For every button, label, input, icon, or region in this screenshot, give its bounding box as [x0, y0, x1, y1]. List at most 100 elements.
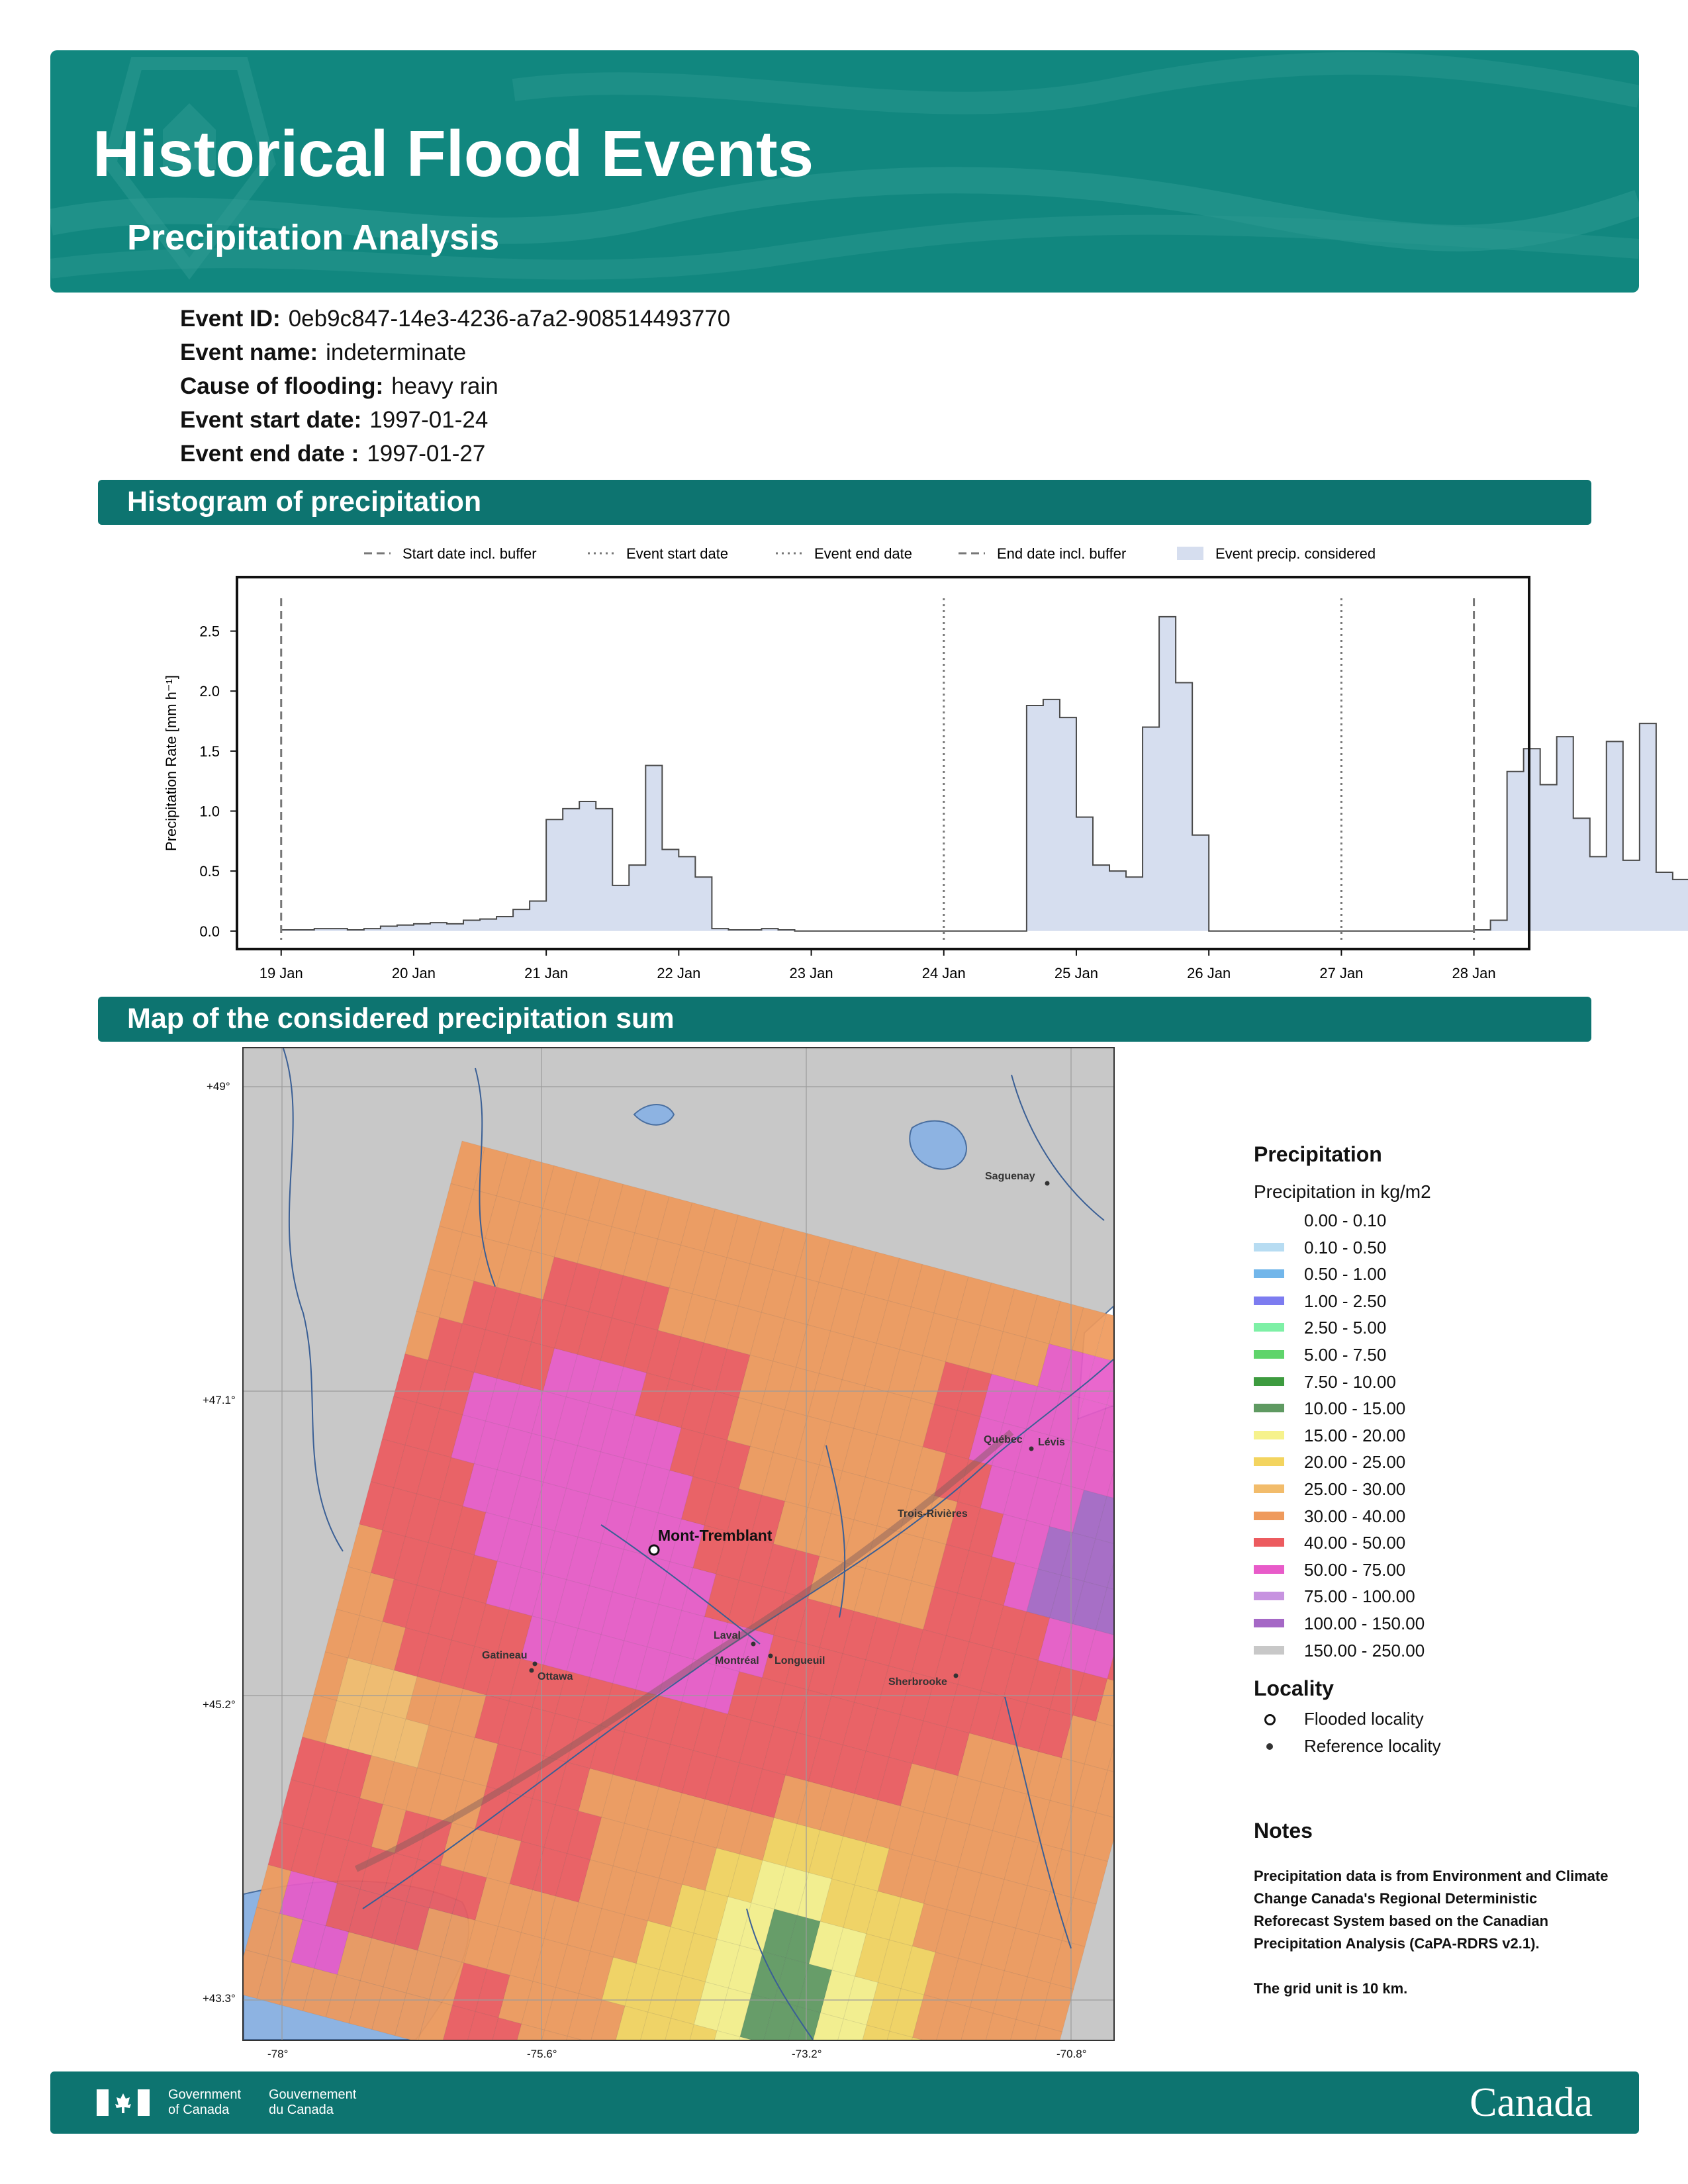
legend-label: Event start date [626, 545, 728, 562]
legend-swatch [1254, 1242, 1284, 1251]
precipitation-map[interactable]: Saguenay Québec Lévis Trois-Rivières Lav… [242, 1047, 1115, 2041]
event-name-row: Event name: indeterminate [180, 340, 466, 366]
legend-label: Start date incl. buffer [402, 545, 537, 562]
laval-marker [751, 1641, 756, 1647]
chart-legend: Start date incl. buffer Event start date E… [364, 545, 1376, 562]
legend-swatch [1254, 1216, 1284, 1224]
legend-item-label: 75.00 - 100.00 [1304, 1586, 1415, 1607]
lon-label: -73.2° [792, 2048, 822, 2060]
event-start-label: Event start date: [180, 407, 362, 433]
x-tick-label: 21 Jan [524, 965, 568, 981]
montreal-label: Montréal [715, 1655, 759, 1666]
x-tick-label: 28 Jan [1452, 965, 1496, 981]
legend-item-label: 7.50 - 10.00 [1304, 1371, 1396, 1392]
legend-swatch [1254, 1457, 1284, 1467]
legend-item: 0.10 - 0.50 [1254, 1236, 1611, 1263]
x-tick-label: 23 Jan [790, 965, 833, 981]
gov-fr-line1: Gouvernement [269, 2087, 357, 2102]
mont-tremblant-marker [648, 1544, 660, 1556]
legend-item-label: 2.50 - 5.00 [1304, 1318, 1387, 1338]
x-tick-label: 24 Jan [922, 965, 966, 981]
legend-flooded: Flooded locality [1254, 1707, 1611, 1735]
notes-body: Precipitation data is from Environment a… [1254, 1865, 1611, 2000]
legend-swatch [1254, 1430, 1284, 1439]
legend-swatch [1254, 1377, 1284, 1386]
y-tick-label: 1.5 [199, 743, 220, 760]
lat-label: +47.1° [203, 1394, 236, 1406]
legend-swatch [1254, 1269, 1284, 1279]
chart-axes: 0.0 0.5 1.0 1.5 2.0 2.5 19 Jan 20 Jan 21 Jan 22 J… [163, 576, 1530, 981]
legend-swatch [1254, 1538, 1284, 1547]
quebec-marker [1029, 1446, 1034, 1451]
precipitation-area [281, 616, 1688, 931]
legend-item: 40.00 - 50.00 [1254, 1531, 1611, 1559]
y-tick-label: 0.0 [199, 923, 220, 940]
page-title: Historical Flood Events [93, 117, 814, 190]
sherbrooke-marker [953, 1673, 959, 1678]
lon-label: -75.6° [527, 2048, 557, 2060]
lon-label: -78° [267, 2048, 289, 2060]
legend-item: 15.00 - 20.00 [1254, 1424, 1611, 1451]
lat-label: +45.2° [203, 1698, 236, 1711]
gov-fr-line2: du Canada [269, 2103, 334, 2117]
gov-en-line2: of Canada [168, 2103, 230, 2117]
saguenay-label: Saguenay [985, 1171, 1035, 1182]
legend-item-label: 0.00 - 0.10 [1304, 1210, 1387, 1230]
legend-swatch [1254, 1323, 1284, 1332]
legend-item: 20.00 - 25.00 [1254, 1451, 1611, 1478]
legend-item-label: 0.50 - 1.00 [1304, 1264, 1387, 1285]
montreal-marker [768, 1653, 773, 1659]
gatineau-marker [532, 1661, 538, 1666]
lake-saint-jean [909, 1120, 967, 1170]
sherbrooke-label: Sherbrooke [888, 1676, 947, 1688]
y-tick-label: 0.5 [199, 863, 220, 880]
legend-items: 0.00 - 0.10 0.10 - 0.50 0.50 - 1.00 1.00 - … [1254, 1209, 1611, 1666]
canada-flag-icon [97, 2089, 150, 2116]
gov-en: Government of Canada [168, 2087, 241, 2118]
map-section-title: Map of the considered precipitation sum [127, 1003, 675, 1034]
lake-north [633, 1104, 675, 1126]
legend-fill-icon [1177, 547, 1203, 560]
notes-title: Notes [1254, 1819, 1313, 1843]
legend-swatch [1254, 1592, 1284, 1601]
legend-item-label: 1.00 - 2.50 [1304, 1291, 1387, 1311]
legend-item: 50.00 - 75.00 [1254, 1559, 1611, 1586]
canada-wordmark: Canada [1470, 2080, 1593, 2125]
legend-item-label: 40.00 - 50.00 [1304, 1533, 1406, 1553]
legend-item-label: 20.00 - 25.00 [1304, 1452, 1406, 1473]
event-name-label: Event name: [180, 340, 318, 365]
gov-fr: Gouvernement du Canada [269, 2087, 356, 2118]
y-axis-label: Precipitation Rate [mm h⁻¹] [163, 675, 179, 851]
flooded-locality-icon [1264, 1714, 1276, 1726]
event-id-value: 0eb9c847-14e3-4236-a7a2-908514493770 [288, 306, 731, 332]
event-name-value: indeterminate [326, 340, 467, 365]
flooded-locality-label: Flooded locality [1304, 1709, 1424, 1729]
map-legend: Precipitation Precipitation in kg/m2 0.0… [1254, 1142, 1611, 1761]
legend-item-label: 25.00 - 30.00 [1304, 1479, 1406, 1499]
legend-item-label: 50.00 - 75.00 [1304, 1559, 1406, 1580]
x-tick-label: 25 Jan [1055, 965, 1098, 981]
legend-item-label: 5.00 - 7.50 [1304, 1344, 1387, 1365]
event-id-row: Event ID: 0eb9c847-14e3-4236-a7a2-9085144… [180, 306, 730, 332]
legend-item-label: 100.00 - 150.00 [1304, 1613, 1425, 1633]
reference-locality-label: Reference locality [1304, 1735, 1441, 1756]
plot-frame [236, 576, 1530, 950]
legend-item: 0.50 - 1.00 [1254, 1263, 1611, 1290]
legend-item-label: 15.00 - 20.00 [1304, 1425, 1406, 1445]
legend-subtitle: Precipitation in kg/m2 [1254, 1181, 1431, 1202]
notes-source-text: Precipitation data is from Environment a… [1254, 1868, 1609, 1952]
legend-item: 2.50 - 5.00 [1254, 1316, 1611, 1343]
legend-item: 1.00 - 2.50 [1254, 1290, 1611, 1317]
trois-rivieres-label: Trois-Rivières [898, 1508, 968, 1520]
quebec-label: Québec [984, 1434, 1023, 1445]
histogram-section-header: Histogram of precipitation [98, 480, 1591, 525]
notes-grid-text: The grid unit is 10 km. [1254, 1980, 1408, 1997]
legend-label: Event precip. considered [1215, 545, 1376, 562]
legend-reference: Reference locality [1254, 1735, 1611, 1762]
legend-item: 0.00 - 0.10 [1254, 1209, 1611, 1236]
legend-item: 75.00 - 100.00 [1254, 1585, 1611, 1612]
map-section-header: Map of the considered precipitation sum [98, 997, 1591, 1042]
legend-item: 10.00 - 15.00 [1254, 1397, 1611, 1424]
y-tick-label: 1.0 [199, 803, 220, 820]
locality-legend-title: Locality [1254, 1676, 1334, 1701]
